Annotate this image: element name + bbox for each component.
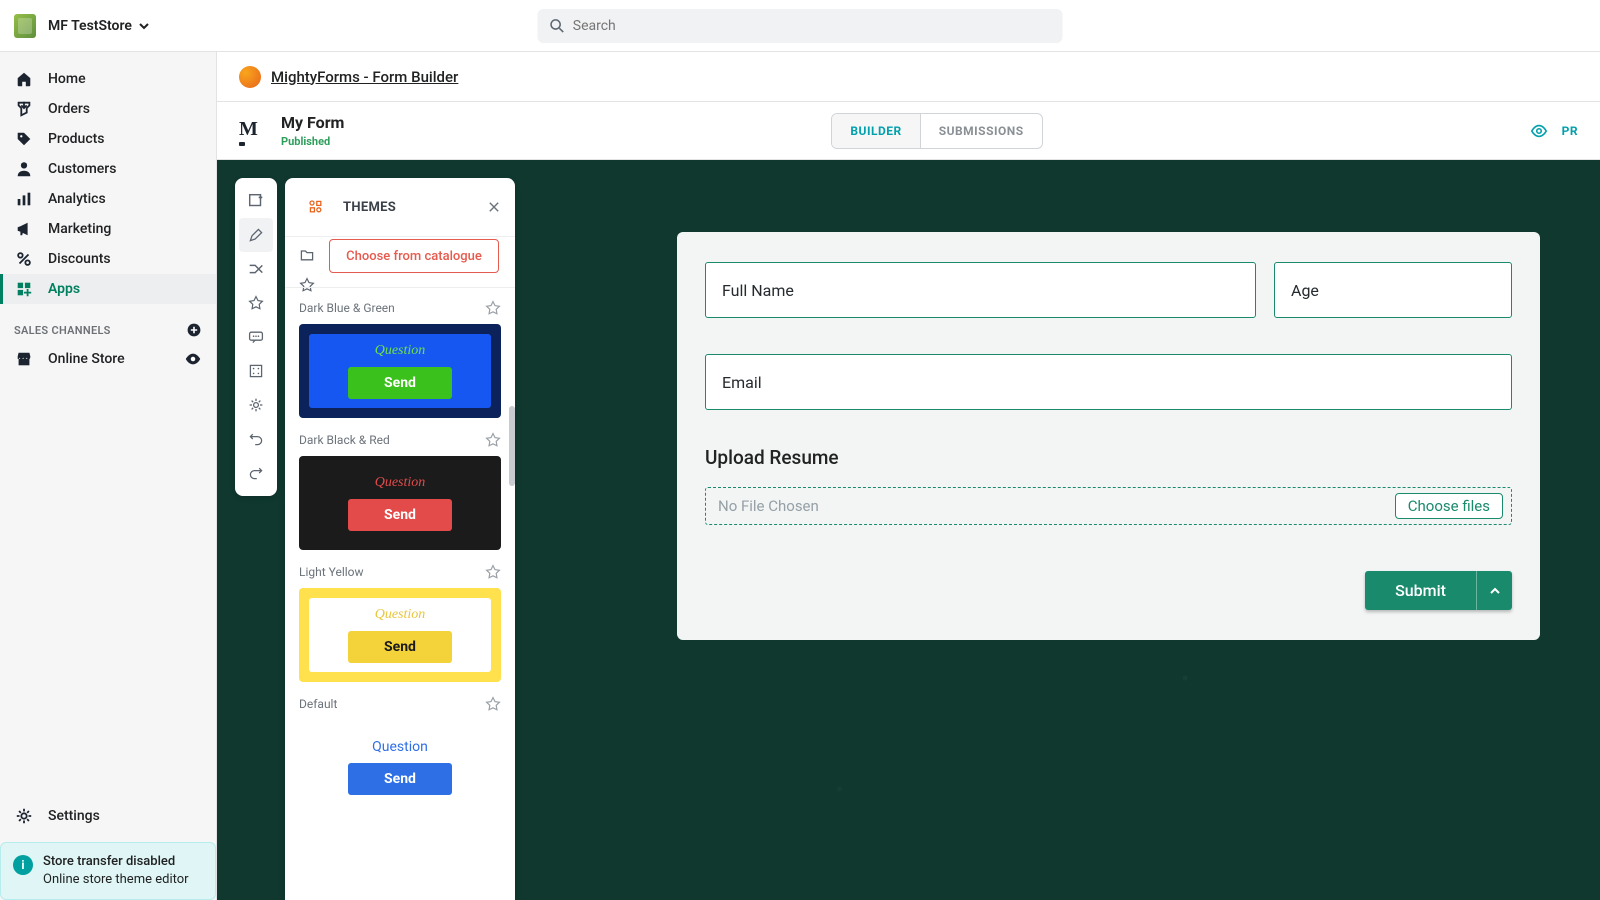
mightyforms-logo-icon [239, 66, 261, 88]
nav-apps[interactable]: Apps [0, 274, 216, 304]
submit-options-button[interactable] [1476, 571, 1512, 610]
submit-button[interactable]: Submit [1365, 571, 1476, 610]
analytics-icon [15, 190, 33, 208]
store-switcher[interactable]: MF TestStore [48, 18, 150, 34]
tool-folder[interactable] [299, 247, 315, 263]
favorite-theme-icon[interactable] [485, 696, 501, 712]
tab-submissions[interactable]: SUBMISSIONS [921, 114, 1042, 148]
choose-catalogue-button[interactable]: Choose from catalogue [329, 239, 499, 273]
themes-panel-icon [299, 190, 333, 224]
nav-analytics[interactable]: Analytics [0, 184, 216, 214]
field-age[interactable]: Age [1274, 262, 1512, 318]
app-header: MightyForms - Form Builder [217, 52, 1600, 102]
search-input[interactable] [573, 18, 1051, 34]
themes-list: Dark Blue & Green Question Send Dark Bla… [285, 296, 515, 842]
tool-favorites[interactable] [239, 286, 273, 320]
nav-products[interactable]: Products [0, 124, 216, 154]
tag-icon [15, 130, 33, 148]
tool-messages[interactable] [239, 320, 273, 354]
orders-icon [15, 100, 33, 118]
discount-icon [15, 250, 33, 268]
app-title-link[interactable]: MightyForms - Form Builder [271, 68, 458, 86]
nav-customers[interactable]: Customers [0, 154, 216, 184]
tool-layout[interactable] [239, 354, 273, 388]
form-canvas: THEMES Choose from catalogue Dark Blue &… [217, 160, 1600, 900]
shopify-logo-icon [14, 14, 36, 38]
tool-redo[interactable] [239, 456, 273, 490]
sales-channels-header: SALES CHANNELS [0, 304, 216, 344]
sidebar: Home Orders Products Customers Analytics… [0, 52, 217, 900]
user-icon [15, 160, 33, 178]
choose-files-button[interactable]: Choose files [1395, 493, 1503, 519]
nav-home[interactable]: Home [0, 64, 216, 94]
preview-eye-icon[interactable] [1530, 122, 1548, 140]
store-alert: i Store transfer disabled Online store t… [0, 842, 216, 900]
tool-star[interactable] [299, 277, 315, 293]
scrollbar-thumb[interactable] [509, 406, 515, 486]
nav-settings[interactable]: Settings [0, 798, 216, 834]
theme-item[interactable]: Dark Blue & Green Question Send [299, 300, 501, 418]
form-preview-card: Full Name Age Email Upload Resume No Fil… [677, 232, 1540, 640]
favorite-theme-icon[interactable] [485, 300, 501, 316]
gear-icon [15, 807, 33, 825]
apps-icon [15, 280, 33, 298]
global-search[interactable] [538, 9, 1063, 43]
tab-builder[interactable]: BUILDER [832, 114, 920, 148]
upload-dropzone[interactable]: No File Chosen Choose files [705, 487, 1512, 525]
topbar: MF TestStore [0, 0, 1600, 52]
favorite-theme-icon[interactable] [485, 564, 501, 580]
caret-down-icon [138, 20, 150, 32]
tool-logic[interactable] [239, 252, 273, 286]
upload-label: Upload Resume [705, 446, 1512, 469]
close-panel-icon[interactable] [487, 200, 501, 214]
tool-settings[interactable] [239, 388, 273, 422]
theme-item[interactable]: Light Yellow Question Send [299, 564, 501, 682]
info-icon: i [13, 855, 33, 875]
form-status-badge: Published [281, 135, 344, 148]
field-full-name[interactable]: Full Name [705, 262, 1256, 318]
preview-store-icon[interactable] [184, 350, 202, 368]
search-icon [550, 18, 565, 34]
toolstrip [235, 178, 277, 496]
app-subheader: M My Form Published BUILDER SUBMISSIONS … [217, 102, 1600, 160]
tool-add-element[interactable] [239, 184, 273, 218]
add-channel-icon[interactable] [186, 322, 202, 338]
submit-button-group: Submit [1365, 571, 1512, 610]
megaphone-icon [15, 220, 33, 238]
themes-panel-title: THEMES [343, 200, 396, 215]
channel-online-store[interactable]: Online Store [0, 344, 216, 374]
nav-orders[interactable]: Orders [0, 94, 216, 124]
main-content: MightyForms - Form Builder M My Form Pub… [217, 52, 1600, 900]
nav-marketing[interactable]: Marketing [0, 214, 216, 244]
themes-panel: THEMES Choose from catalogue Dark Blue &… [285, 178, 515, 900]
form-logo-icon: M [239, 118, 265, 144]
home-icon [15, 70, 33, 88]
form-title: My Form [281, 113, 344, 132]
field-email[interactable]: Email [705, 354, 1512, 410]
store-icon [15, 350, 33, 368]
theme-item[interactable]: Dark Black & Red Question Send [299, 432, 501, 550]
tool-undo[interactable] [239, 422, 273, 456]
favorite-theme-icon[interactable] [485, 432, 501, 448]
nav-discounts[interactable]: Discounts [0, 244, 216, 274]
builder-tabs: BUILDER SUBMISSIONS [831, 113, 1042, 149]
store-name-label: MF TestStore [48, 18, 132, 34]
tool-design[interactable] [239, 218, 273, 252]
theme-item[interactable]: Default Question Send [299, 696, 501, 814]
upload-placeholder: No File Chosen [718, 497, 819, 515]
preview-label[interactable]: PR [1562, 124, 1578, 138]
